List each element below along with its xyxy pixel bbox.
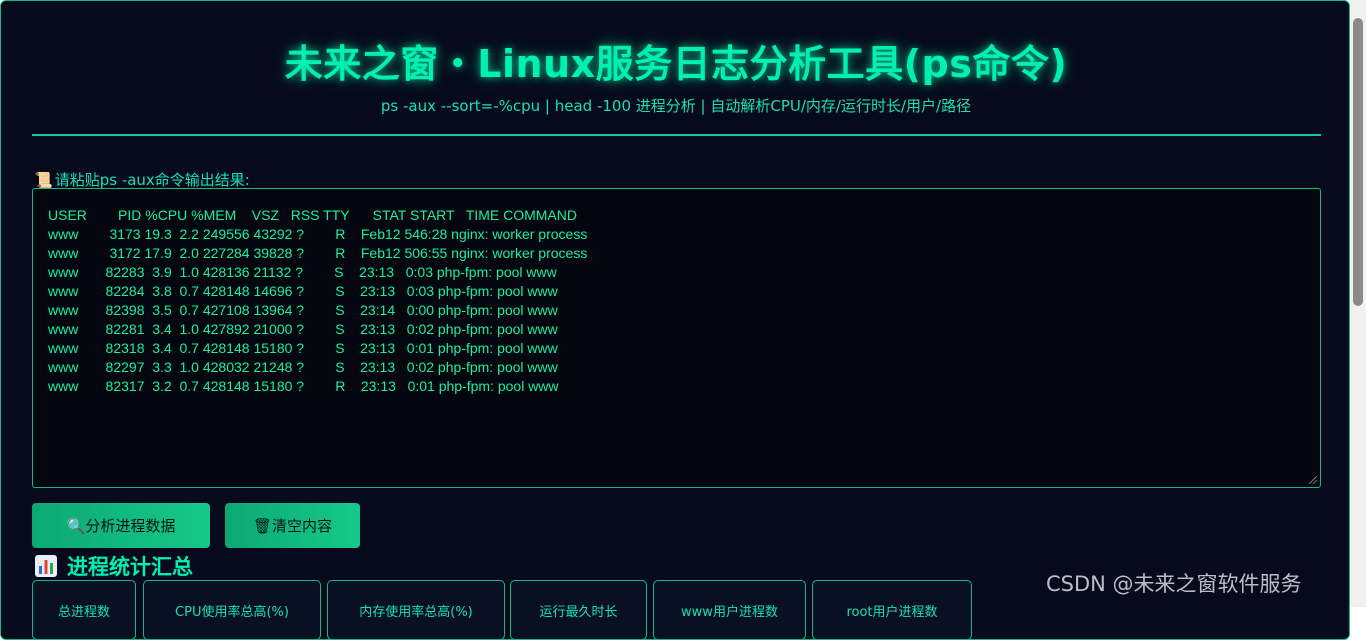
- magnifier-icon: 🔍: [66, 516, 86, 535]
- stat-card-label: 内存使用率总高(%): [359, 605, 473, 620]
- analyze-button[interactable]: 🔍 分析进程数据: [32, 503, 210, 548]
- stat-card-root-processes: root用户进程数: [812, 580, 972, 639]
- stat-card-label: root用户进程数: [846, 605, 938, 620]
- analyze-button-label: 分析进程数据: [85, 517, 176, 535]
- input-label-text: 请粘贴ps -aux命令输出结果:: [54, 171, 250, 189]
- clear-button[interactable]: 🗑 清空内容: [225, 503, 360, 548]
- stat-card-label: CPU使用率总高(%): [175, 605, 289, 620]
- stat-card-label: 总进程数: [57, 605, 110, 620]
- stat-card-cpu-total: CPU使用率总高(%): [143, 580, 321, 639]
- csdn-watermark: CSDN @未来之窗软件服务: [1046, 572, 1302, 596]
- stat-card-total-processes: 总进程数: [32, 580, 136, 639]
- stat-card-www-processes: www用户进程数: [653, 580, 806, 639]
- header-divider: [32, 134, 1321, 136]
- stats-heading: 进程统计汇总: [35, 551, 193, 581]
- scrollbar-thumb[interactable]: [1353, 18, 1363, 306]
- ps-output-textarea[interactable]: USER PID %CPU %MEM VSZ RSS TTY STAT STAR…: [32, 188, 1321, 488]
- input-label: 📜 请粘贴ps -aux命令输出结果:: [34, 169, 250, 190]
- scroll-icon: 📜: [34, 171, 53, 189]
- page-subtitle: ps -aux --sort=-%cpu | head -100 进程分析 | …: [380, 97, 972, 115]
- app-window: 未来之窗・Linux服务日志分析工具(ps命令) ps -aux --sort=…: [0, 0, 1350, 640]
- page-title: 未来之窗・Linux服务日志分析工具(ps命令): [284, 42, 1068, 86]
- page-scrollbar[interactable]: [1350, 0, 1366, 607]
- bar-chart-icon: [35, 555, 57, 577]
- stat-card-label: 运行最久时长: [539, 605, 618, 620]
- stat-card-mem-total: 内存使用率总高(%): [327, 580, 505, 639]
- stat-card-label: www用户进程数: [681, 605, 778, 620]
- resize-grip-icon[interactable]: [1309, 476, 1317, 484]
- trash-icon: 🗑: [252, 516, 273, 535]
- clear-button-label: 清空内容: [272, 517, 333, 535]
- stats-heading-text: 进程统计汇总: [67, 555, 193, 579]
- stat-card-longest-runtime: 运行最久时长: [510, 580, 647, 639]
